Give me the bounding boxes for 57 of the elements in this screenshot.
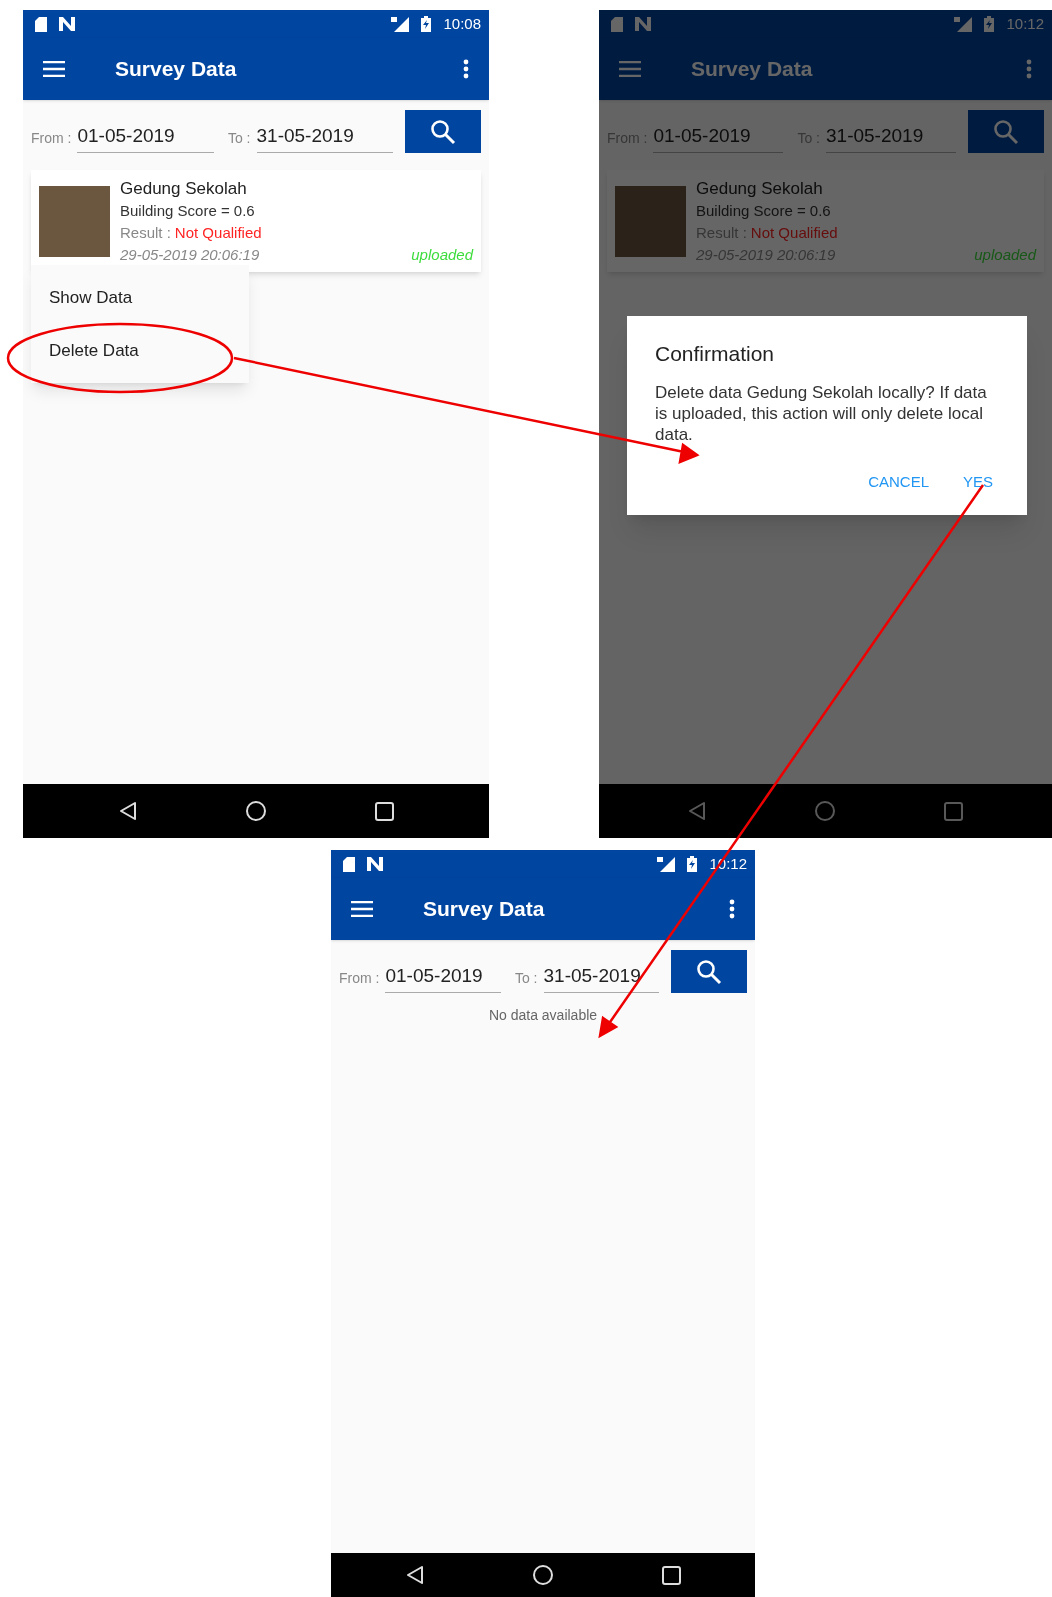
back-icon[interactable] <box>118 801 137 821</box>
search-button[interactable] <box>671 950 747 993</box>
signal-icon <box>391 16 410 32</box>
battery-charging-icon <box>421 16 432 32</box>
record-datetime: 29-05-2019 20:06:19 <box>120 245 260 265</box>
search-button[interactable] <box>405 110 481 153</box>
date-field[interactable]: 01-05-2019 <box>385 961 501 993</box>
app-title: Survey Data <box>691 56 813 83</box>
n-logo-icon <box>59 17 75 31</box>
menu-item[interactable]: Show Data <box>31 271 249 324</box>
back-icon[interactable] <box>405 1565 424 1585</box>
menu-icon[interactable] <box>351 901 373 917</box>
date-field[interactable]: 01-05-2019 <box>77 121 214 153</box>
result-value: Not Qualified <box>750 223 838 243</box>
empty-message: No data available <box>488 1006 598 1025</box>
recents-icon[interactable] <box>661 1565 681 1585</box>
upload-status: uploaded <box>974 245 1036 265</box>
field-label: To : <box>514 969 538 988</box>
more-icon[interactable] <box>463 59 469 79</box>
status-time: 10:08 <box>443 13 481 34</box>
record-score: Building Score = 0.6 <box>696 201 832 221</box>
result-value: Not Qualified <box>174 223 262 243</box>
signal-icon <box>954 16 973 32</box>
search-icon <box>993 118 1019 145</box>
search-icon <box>696 958 722 985</box>
battery-charging-icon <box>984 16 995 32</box>
photo-placeholder <box>39 186 110 257</box>
upload-status: uploaded <box>411 245 473 265</box>
app-title: Survey Data <box>115 56 237 83</box>
sd-card-icon <box>343 856 355 872</box>
field-label: From : <box>339 969 380 988</box>
field-label: To : <box>227 129 251 148</box>
n-logo-icon <box>367 857 383 871</box>
field-label: From : <box>31 129 72 148</box>
status-time: 10:12 <box>1006 13 1044 34</box>
app-title: Survey Data <box>423 896 545 923</box>
n-logo-icon <box>635 17 651 31</box>
signal-icon <box>657 856 676 872</box>
battery-charging-icon <box>687 856 698 872</box>
recents-icon[interactable] <box>374 801 394 821</box>
sd-card-icon <box>35 16 47 32</box>
home-icon[interactable] <box>531 1564 554 1586</box>
date-field[interactable]: 31-05-2019 <box>256 121 393 153</box>
record-title: Gedung Sekolah <box>120 178 248 200</box>
record-score: Building Score = 0.6 <box>120 201 256 221</box>
menu-item[interactable]: Delete Data <box>31 324 249 377</box>
record-title: Gedung Sekolah <box>696 178 824 200</box>
home-icon[interactable] <box>244 800 267 822</box>
result-label: Result : <box>120 223 171 243</box>
menu-icon[interactable] <box>43 61 65 77</box>
dialog-message: Delete data Gedung Sekolah locally? If data is uploaded, this action will only delete local data. <box>655 381 988 445</box>
search-icon <box>430 118 456 145</box>
sd-card-icon <box>611 16 623 32</box>
record-card[interactable]: Gedung Sekolah Building Score = 0.6 Result : Not Qualified 29-05-2019 20:06:19 uploaded <box>31 170 481 272</box>
dialog-title: Confirmation <box>655 341 776 367</box>
photo-placeholder <box>615 186 686 257</box>
more-icon[interactable] <box>729 899 735 919</box>
